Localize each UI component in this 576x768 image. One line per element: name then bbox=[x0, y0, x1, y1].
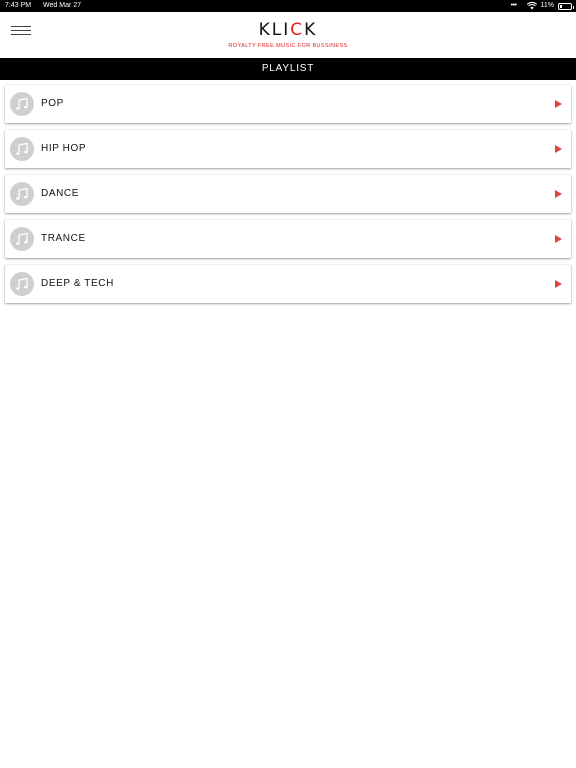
playlist-item-deep-tech[interactable]: DEEP & TECH bbox=[5, 265, 571, 303]
multitask-dots: ••• bbox=[510, 2, 517, 9]
status-time: 7:43 PM bbox=[5, 2, 32, 9]
playlist-item-hip-hop[interactable]: HIP HOP bbox=[5, 130, 571, 168]
playlist-item-label: DANCE bbox=[41, 188, 80, 199]
app-tagline: ROYALTY FREE MUSIC FOR BUSSINESS bbox=[228, 43, 348, 49]
playlist-list: POP HIP HOP DANCE TRANCE DEEP & TECH bbox=[5, 85, 571, 310]
playlist-item-label: POP bbox=[41, 98, 64, 109]
play-arrow-icon[interactable] bbox=[555, 100, 562, 108]
page-title: PLAYLIST bbox=[261, 63, 315, 74]
play-arrow-icon[interactable] bbox=[555, 145, 562, 153]
music-note-icon bbox=[10, 92, 34, 116]
logo-text-start: KLI bbox=[258, 20, 291, 40]
status-bar: 7:43 PM Wed Mar 27 ••• 11% bbox=[0, 0, 576, 12]
music-note-icon bbox=[10, 137, 34, 161]
app-logo: KLICK bbox=[0, 20, 576, 40]
playlist-item-dance[interactable]: DANCE bbox=[5, 175, 571, 213]
playlist-item-label: DEEP & TECH bbox=[41, 278, 114, 289]
playlist-item-trance[interactable]: TRANCE bbox=[5, 220, 571, 258]
play-arrow-icon[interactable] bbox=[555, 190, 562, 198]
playlist-item-label: HIP HOP bbox=[41, 143, 87, 154]
status-date: Wed Mar 27 bbox=[43, 2, 82, 9]
wifi-icon bbox=[526, 2, 537, 10]
logo-text-accent: C bbox=[290, 20, 305, 40]
music-note-icon bbox=[10, 182, 34, 206]
logo-text-end: K bbox=[304, 20, 318, 40]
play-arrow-icon[interactable] bbox=[555, 280, 562, 288]
music-note-icon bbox=[10, 272, 34, 296]
battery-percent: 11% bbox=[540, 2, 555, 9]
playlist-item-pop[interactable]: POP bbox=[5, 85, 571, 123]
battery-icon bbox=[558, 2, 574, 10]
status-left: 7:43 PM Wed Mar 27 bbox=[5, 0, 91, 12]
playlist-item-label: TRANCE bbox=[41, 233, 86, 244]
play-arrow-icon[interactable] bbox=[555, 235, 562, 243]
status-right: ••• 11% bbox=[510, 0, 574, 12]
music-note-icon bbox=[10, 227, 34, 251]
page-title-bar: PLAYLIST bbox=[0, 58, 576, 80]
app-header: KLICK ROYALTY FREE MUSIC FOR BUSSINESS bbox=[0, 12, 576, 58]
